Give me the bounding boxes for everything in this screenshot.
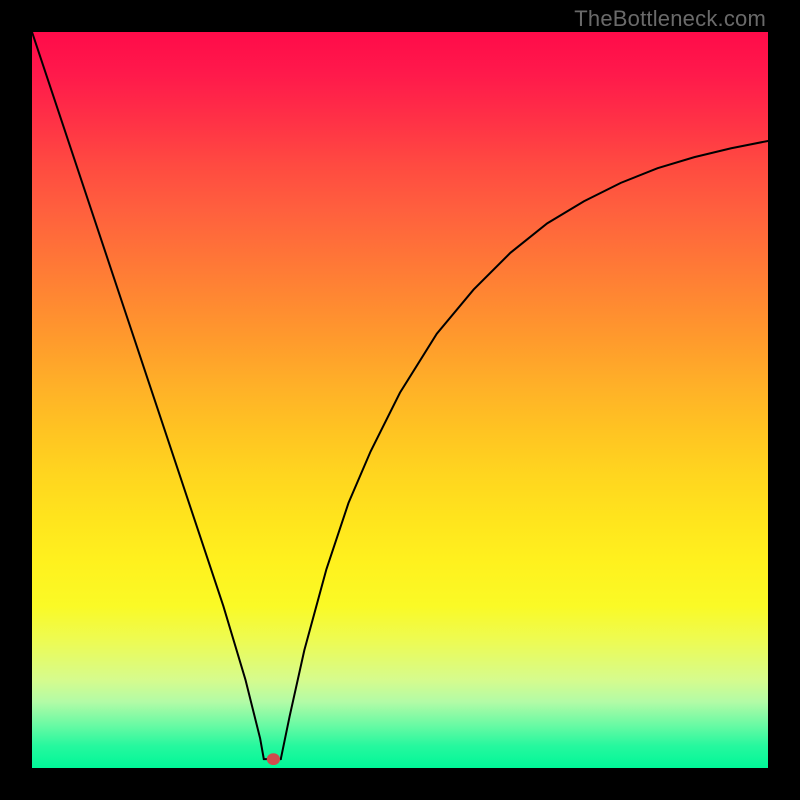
curve-right — [281, 141, 768, 759]
chart-frame: TheBottleneck.com — [0, 0, 800, 800]
curve-svg — [32, 32, 768, 768]
watermark-label: TheBottleneck.com — [574, 6, 766, 32]
plot-area — [32, 32, 768, 768]
curve-left — [32, 32, 264, 759]
min-marker — [267, 753, 280, 765]
